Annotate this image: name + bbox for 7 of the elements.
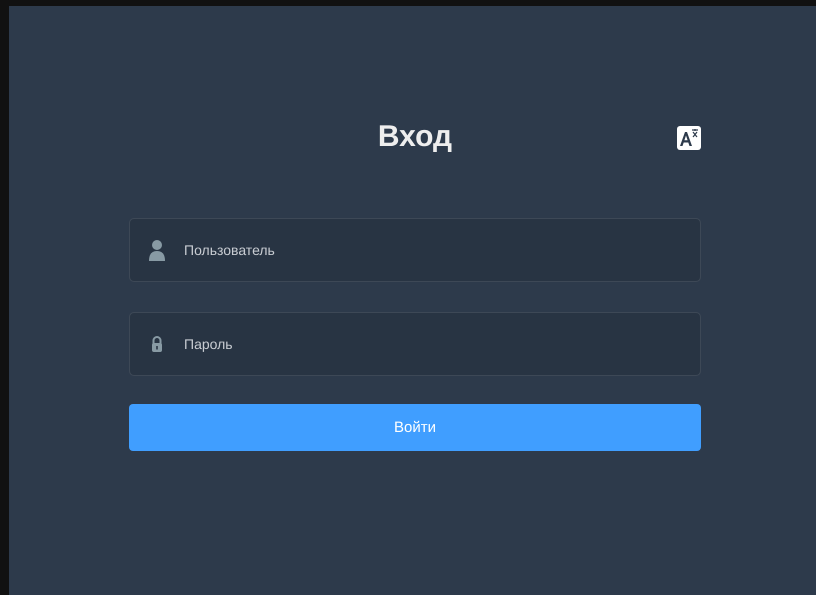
login-title: Вход: [378, 120, 452, 154]
user-icon: [149, 239, 165, 261]
lock-icon: [149, 333, 165, 355]
username-field[interactable]: Пользователь: [129, 218, 701, 282]
login-button[interactable]: Войти: [129, 404, 701, 451]
translate-icon[interactable]: [677, 126, 701, 150]
password-field[interactable]: Пароль: [129, 312, 701, 376]
